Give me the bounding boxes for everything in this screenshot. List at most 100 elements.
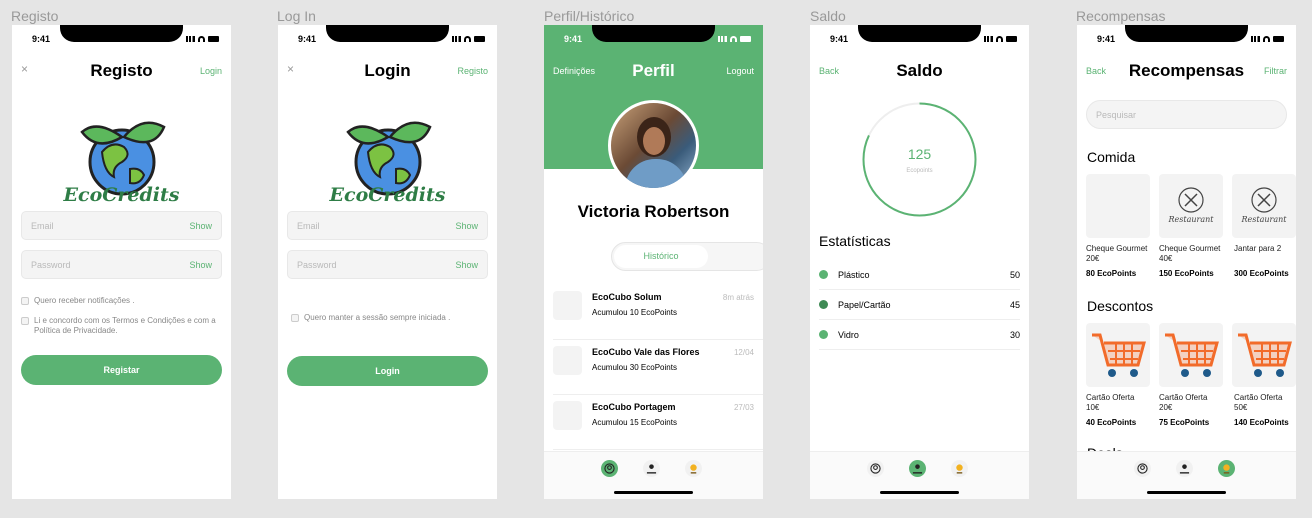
tab-profile[interactable] [867,460,884,477]
register-button[interactable]: Registar [21,355,222,385]
login-link[interactable]: Login [200,66,222,76]
screen-label-saldo: Saldo [810,8,846,24]
reward-card[interactable] [1159,323,1223,387]
tab-rewards[interactable] [685,460,702,477]
phone-recompensas: 9:41 Back Recompensas Filtrar Pesquisar … [1077,25,1296,499]
wifi-icon [730,36,737,42]
battery-icon [740,36,751,42]
battery-icon [474,36,485,42]
trophy-icon [1223,464,1230,474]
status-time: 9:41 [298,34,317,44]
tab-rewards[interactable] [1218,460,1235,477]
home-indicator [1147,491,1226,494]
status-time: 9:41 [564,34,583,44]
tab-profile[interactable] [1134,460,1151,477]
battery-icon [1273,36,1284,42]
history-item[interactable]: EcoCubo Vale das Flores Acumulou 30 EcoP… [553,340,763,395]
profile-icon [1137,463,1148,474]
home-indicator [880,491,959,494]
terms-label: Li e concordo com os Termos e Condições … [34,316,216,335]
segmented-control: Histórico [611,242,763,271]
signal-icon [1251,36,1260,42]
reward-card[interactable]: Restaurant [1159,174,1223,238]
tab-historico[interactable]: Histórico [614,245,708,268]
email-field[interactable]: Email Show [21,211,222,240]
password-placeholder: Password [31,260,71,270]
history-item[interactable]: EcoCubo Portagem Acumulou 15 EcoPoints 2… [553,395,763,450]
stat-dot [819,330,828,339]
signal-icon [984,36,993,42]
page-title: Saldo [896,61,943,80]
avatar[interactable] [608,100,699,191]
history-title: EcoCubo Portagem [592,402,676,412]
status-time: 9:41 [830,34,849,44]
stat-value: 30 [1009,330,1020,340]
history-thumbnail [553,346,582,375]
logout-link[interactable]: Logout [726,66,754,76]
password-show-button[interactable]: Show [189,260,212,270]
profile-name: Victoria Robertson [577,202,730,221]
stat-name: Vidro [838,330,859,340]
tab-bar [810,451,1029,499]
reward-card[interactable] [1086,174,1150,238]
screen-label-recompensas: Recompensas [1076,8,1166,24]
checkbox-box[interactable] [21,317,29,325]
reward-name: Cartão Oferta 20€ [1159,393,1208,412]
tab-balance[interactable] [1176,460,1193,477]
restaurant-logo-icon: Restaurant [1241,187,1287,224]
reward-card[interactable] [1232,323,1296,387]
tab-balance[interactable] [909,460,926,477]
filter-link[interactable]: Filtrar [1264,66,1287,76]
search-input[interactable]: Pesquisar [1086,100,1287,129]
tab-balance[interactable] [643,460,660,477]
reward-points: 40 EcoPoints [1086,418,1137,427]
terms-checkbox[interactable]: Li e concordo com os Termos e Condições … [21,316,216,336]
history-thumbnail [553,291,582,320]
status-time: 9:41 [1097,34,1116,44]
history-title: EcoCubo Solum [592,292,662,302]
tab-rewards[interactable] [951,460,968,477]
notifications-checkbox[interactable]: Quero receber notificações . [21,296,135,306]
register-link[interactable]: Registo [457,66,488,76]
tab-profile[interactable] [601,460,618,477]
wifi-icon [1263,36,1270,42]
search-placeholder: Pesquisar [1096,110,1137,120]
restaurant-logo-text: Restaurant [1168,215,1215,224]
history-subtitle: Acumulou 15 EcoPoints [592,418,677,427]
brand-wordmark: EcoCredits [329,184,446,206]
stat-dot [819,300,828,309]
password-field[interactable]: Password Show [21,250,222,279]
home-indicator [614,491,693,494]
history-time: 27/03 [733,403,754,412]
login-button[interactable]: Login [287,356,488,386]
reward-points: 140 EcoPoints [1234,418,1289,427]
notifications-label: Quero receber notificações . [34,296,135,305]
wifi-icon [464,36,471,42]
status-bar: 9:41 [278,34,497,46]
password-show-button[interactable]: Show [455,260,478,270]
history-title: EcoCubo Vale das Flores [592,347,700,357]
signal-icon [452,36,461,42]
brand-wordmark: EcoCredits [63,184,180,206]
hand-coin-icon [1179,464,1190,474]
email-show-button[interactable]: Show [189,221,212,231]
phone-saldo: 9:41 Back Saldo 125 Ecopoints Estatístic… [810,25,1029,499]
checkbox-box[interactable] [21,297,29,305]
profile-icon [604,463,615,474]
keep-session-checkbox[interactable]: Quero manter a sessão sempre iniciada . [291,313,450,323]
password-field[interactable]: Password Show [287,250,488,279]
reward-card[interactable] [1086,323,1150,387]
reward-points: 75 EcoPoints [1159,418,1210,427]
screen-label-login: Log In [277,8,316,24]
email-show-button[interactable]: Show [455,221,478,231]
wifi-icon [198,36,205,42]
stat-value: 50 [1009,270,1020,280]
profile-icon [870,463,881,474]
email-field[interactable]: Email Show [287,211,488,240]
reward-card[interactable]: Restaurant [1232,174,1296,238]
checkbox-box[interactable] [291,314,299,322]
history-item[interactable]: EcoCubo Solum Acumulou 10 EcoPoints 8m a… [553,285,763,340]
section-title-descontos: Descontos [1087,298,1154,314]
stat-value: 45 [1009,300,1020,310]
battery-icon [1006,36,1017,42]
